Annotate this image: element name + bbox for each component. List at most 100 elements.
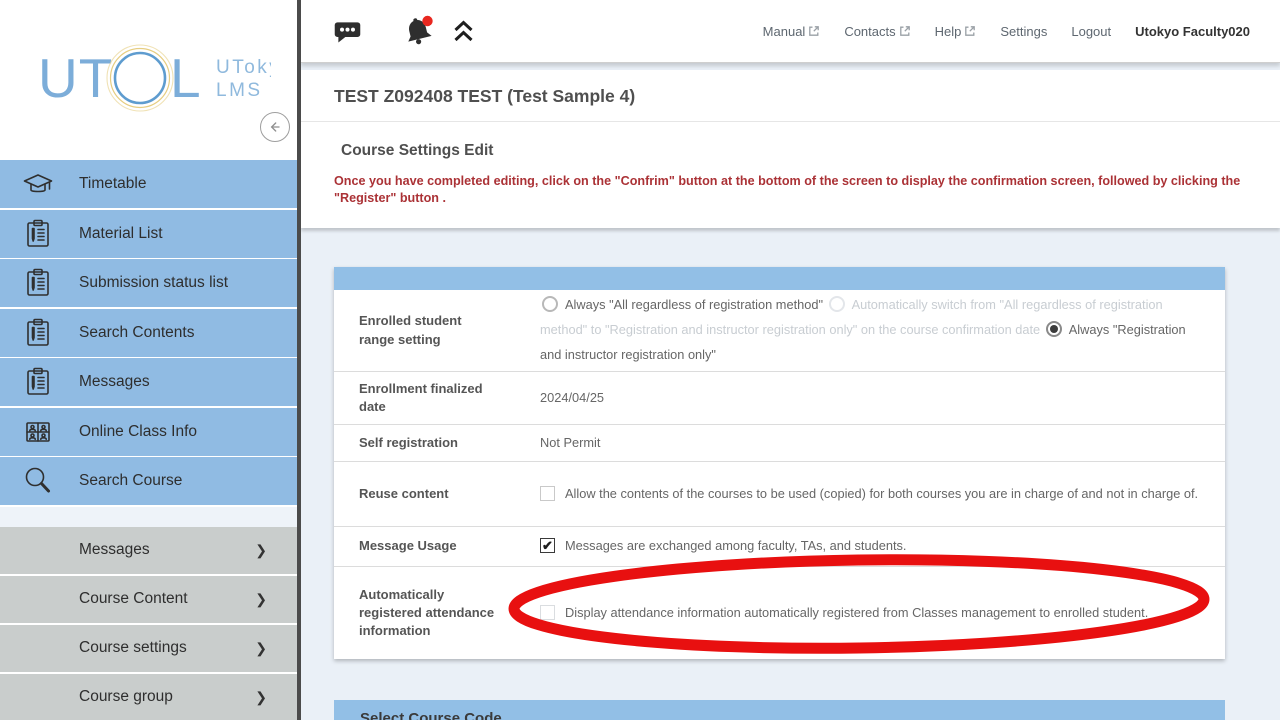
svg-text:L: L [170, 47, 201, 109]
chevron-right-icon: ❯ [255, 591, 267, 608]
sidebar-item-material-list[interactable]: Material List [0, 210, 297, 258]
row-enrolled-student-range: Enrolled student range setting Always "A… [334, 290, 1225, 372]
sidebar-item-course-settings[interactable]: Course settings ❯ [0, 625, 297, 672]
logout-link[interactable]: Logout [1071, 24, 1111, 39]
search-icon [19, 464, 57, 498]
link-label: Manual [763, 24, 806, 39]
clipboard-icon [19, 266, 57, 300]
sidebar-item-label: Course settings [79, 639, 187, 657]
row-content: Display attendance information automatic… [540, 603, 1205, 623]
warning-text: Once you have completed editing, click o… [334, 173, 1247, 207]
section-title: Course Settings Edit [334, 142, 1247, 160]
sidebar-item-label: Search Contents [79, 324, 194, 342]
chat-icon[interactable] [332, 16, 363, 47]
sidebar-item-label: Timetable [79, 175, 146, 193]
contacts-link[interactable]: Contacts [844, 24, 910, 39]
reuse-content-checkbox[interactable] [540, 486, 555, 501]
settings-link[interactable]: Settings [1000, 24, 1047, 39]
external-link-icon [899, 25, 911, 37]
sidebar-item-course-content[interactable]: Course Content ❯ [0, 576, 297, 623]
topbar-links: Manual Contacts Help Settings Logout Uto… [763, 24, 1250, 39]
sidebar-item-messages[interactable]: Messages [0, 358, 297, 406]
sidebar-item-label: Course group [79, 688, 173, 706]
course-title: TEST Z092408 TEST (Test Sample 4) [301, 70, 1280, 122]
attendance-checkbox[interactable] [540, 605, 555, 620]
logo-subtitle-2: LMS [216, 80, 263, 101]
sidebar-item-online-class-info[interactable]: Online Class Info [0, 408, 297, 456]
checkbox-label: Display attendance information automatic… [565, 605, 1148, 620]
row-label: Enrollment finalized date [359, 380, 499, 416]
sidebar-item-label: Search Course [79, 472, 182, 490]
external-link-icon [808, 25, 820, 37]
row-label: Reuse content [359, 485, 499, 503]
collapse-double-chevron-icon[interactable] [451, 18, 476, 44]
row-reuse-content: Reuse content Allow the contents of the … [334, 462, 1225, 527]
page-header-block: TEST Z092408 TEST (Test Sample 4) Course… [301, 70, 1280, 228]
sidebar-item-label: Material List [79, 225, 163, 243]
graduation-cap-icon [19, 167, 57, 201]
notification-bell-icon[interactable] [401, 13, 437, 49]
clipboard-icon [19, 316, 57, 350]
radio-always-registration-selected[interactable] [1046, 321, 1062, 337]
row-self-registration: Self registration Not Permit [334, 425, 1225, 462]
chevron-right-icon: ❯ [255, 640, 267, 657]
logo-area: UT L UTokyo LMS [0, 0, 297, 160]
sidebar-section-gap [0, 507, 297, 527]
external-link-icon [964, 25, 976, 37]
clipboard-icon [19, 365, 57, 399]
arrow-left-icon [267, 119, 283, 135]
people-grid-icon [19, 415, 57, 449]
topbar: Manual Contacts Help Settings Logout Uto… [301, 0, 1280, 63]
sidebar-menu: Timetable Material List Submission statu… [0, 160, 297, 720]
checkbox-label: Allow the contents of the courses to be … [565, 486, 1198, 501]
sidebar-item-timetable[interactable]: Timetable [0, 160, 297, 208]
checkbox-label: Messages are exchanged among faculty, TA… [565, 538, 906, 553]
row-label: Self registration [359, 434, 499, 452]
svg-text:UT: UT [38, 47, 113, 109]
radio-automatic-switch-disabled [829, 296, 845, 312]
sidebar: UT L UTokyo LMS Timetable Material List [0, 0, 297, 720]
row-enrollment-finalized-date: Enrollment finalized date 2024/04/25 [334, 372, 1225, 425]
settings-table: Enrolled student range setting Always "A… [334, 267, 1225, 659]
radio-option-label: Always "All regardless of registration m… [565, 297, 823, 312]
row-value: Not Permit [540, 433, 1205, 453]
row-label: Enrolled student range setting [359, 312, 499, 348]
sidebar-item-search-contents[interactable]: Search Contents [0, 309, 297, 357]
row-content: Allow the contents of the courses to be … [540, 484, 1205, 504]
help-link[interactable]: Help [935, 24, 977, 39]
utol-logo: UT L UTokyo LMS [36, 36, 271, 118]
row-message-usage: Message Usage Messages are exchanged amo… [334, 527, 1225, 567]
row-label: Automatically registered attendance info… [359, 586, 499, 641]
sidebar-item-label: Messages [79, 541, 150, 559]
link-label: Settings [1000, 24, 1047, 39]
clipboard-icon [19, 217, 57, 251]
sidebar-collapse-button[interactable] [260, 112, 290, 142]
sidebar-item-course-group[interactable]: Course group ❯ [0, 674, 297, 720]
sidebar-item-label: Submission status list [79, 274, 228, 292]
notification-badge [422, 16, 432, 26]
sidebar-item-label: Messages [79, 373, 150, 391]
sidebar-item-label: Course Content [79, 590, 188, 608]
next-section-title: Select Course Code [360, 710, 502, 720]
settings-table-header [334, 267, 1225, 290]
sidebar-item-submission-status-list[interactable]: Submission status list [0, 259, 297, 307]
row-value: 2024/04/25 [540, 388, 1205, 408]
username: Utokyo Faculty020 [1135, 24, 1250, 39]
sidebar-divider [297, 0, 301, 720]
row-label: Message Usage [359, 537, 499, 555]
manual-link[interactable]: Manual [763, 24, 821, 39]
chevron-right-icon: ❯ [255, 542, 267, 559]
link-label: Contacts [844, 24, 895, 39]
radio-always-all-regardless[interactable] [542, 296, 558, 312]
next-section-header: Select Course Code [334, 700, 1225, 720]
main-area: Manual Contacts Help Settings Logout Uto… [301, 0, 1280, 720]
row-content: Messages are exchanged among faculty, TA… [540, 536, 1205, 556]
sidebar-item-messages-group[interactable]: Messages ❯ [0, 527, 297, 574]
sidebar-item-label: Online Class Info [79, 423, 197, 441]
link-label: Logout [1071, 24, 1111, 39]
link-label: Help [935, 24, 962, 39]
message-usage-checkbox[interactable] [540, 538, 555, 553]
row-auto-attendance: Automatically registered attendance info… [334, 567, 1225, 659]
sidebar-item-search-course[interactable]: Search Course [0, 457, 297, 505]
logo-subtitle-1: UTokyo [216, 57, 271, 78]
